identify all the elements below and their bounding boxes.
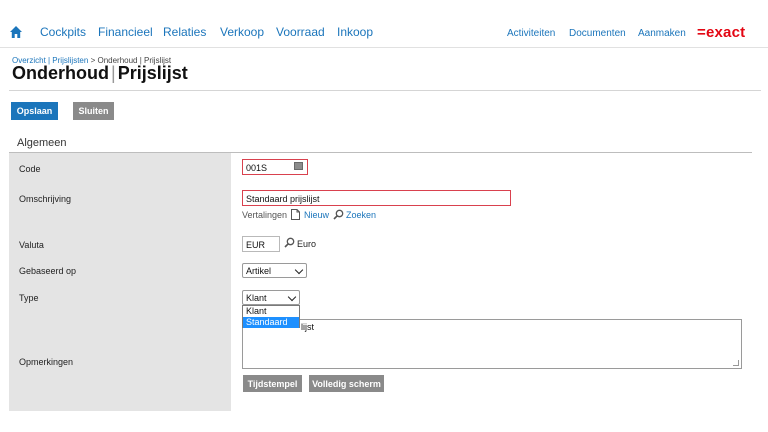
based-on-value: Artikel — [246, 266, 272, 276]
currency-name: Euro — [297, 239, 317, 249]
remarks-textarea[interactable]: lijst — [242, 319, 742, 369]
description-input[interactable]: Standaard prijslijst — [242, 190, 511, 206]
search-icon[interactable] — [333, 209, 344, 220]
type-value: Klant — [246, 293, 267, 303]
calculator-icon[interactable] — [294, 162, 303, 170]
based-on-label: Gebaseerd op — [19, 266, 77, 276]
page-title-separator: | — [111, 63, 116, 83]
nav-item-financieel[interactable]: Financieel — [98, 25, 153, 39]
currency-label: Valuta — [19, 240, 44, 250]
nav-item-verkoop[interactable]: Verkoop — [220, 25, 264, 39]
type-dropdown-list: Klant Standaard — [242, 305, 300, 328]
exact-logo[interactable]: =exact — [697, 24, 745, 41]
description-label: Omschrijving — [19, 194, 72, 204]
remarks-visible-text: lijst — [301, 322, 314, 332]
header-divider — [9, 90, 761, 91]
remarks-label: Opmerkingen — [19, 357, 74, 367]
nav-item-voorraad[interactable]: Voorraad — [276, 25, 325, 39]
label-column — [9, 153, 231, 411]
page-title-main: Onderhoud — [12, 63, 109, 83]
resize-handle[interactable] — [733, 360, 739, 366]
currency-search-icon[interactable] — [284, 237, 295, 248]
fullscreen-button[interactable]: Volledig scherm — [309, 375, 384, 392]
new-document-icon[interactable] — [291, 209, 300, 220]
based-on-select[interactable]: Artikel — [242, 263, 307, 278]
code-label: Code — [19, 164, 41, 174]
type-option-standaard[interactable]: Standaard — [243, 317, 299, 328]
new-link[interactable]: Nieuw — [304, 210, 329, 220]
type-option-klant[interactable]: Klant — [243, 306, 299, 317]
nav-activiteiten[interactable]: Activiteiten — [507, 28, 555, 39]
nav-item-inkoop[interactable]: Inkoop — [337, 25, 373, 39]
nav-item-relaties[interactable]: Relaties — [163, 25, 206, 39]
save-button[interactable]: Opslaan — [11, 102, 58, 120]
section-title-algemeen: Algemeen — [17, 137, 67, 149]
timestamp-button[interactable]: Tijdstempel — [243, 375, 302, 392]
close-button[interactable]: Sluiten — [73, 102, 114, 120]
nav-item-cockpits[interactable]: Cockpits — [40, 25, 86, 39]
home-icon[interactable] — [9, 25, 23, 39]
nav-documenten[interactable]: Documenten — [569, 28, 626, 39]
currency-input[interactable]: EUR — [242, 236, 280, 252]
page-title-sub: Prijslijst — [117, 63, 188, 83]
chevron-down-icon — [294, 265, 304, 275]
chevron-down-icon — [287, 292, 297, 302]
search-link[interactable]: Zoeken — [346, 210, 376, 220]
type-select[interactable]: Klant — [242, 290, 300, 305]
top-navigation: Cockpits Financieel Relaties Verkoop Voo… — [0, 0, 768, 48]
page-title: Onderhoud | Prijslijst — [12, 63, 188, 84]
nav-aanmaken[interactable]: Aanmaken — [638, 28, 686, 39]
translations-label: Vertalingen — [242, 210, 288, 220]
type-label: Type — [19, 293, 39, 303]
